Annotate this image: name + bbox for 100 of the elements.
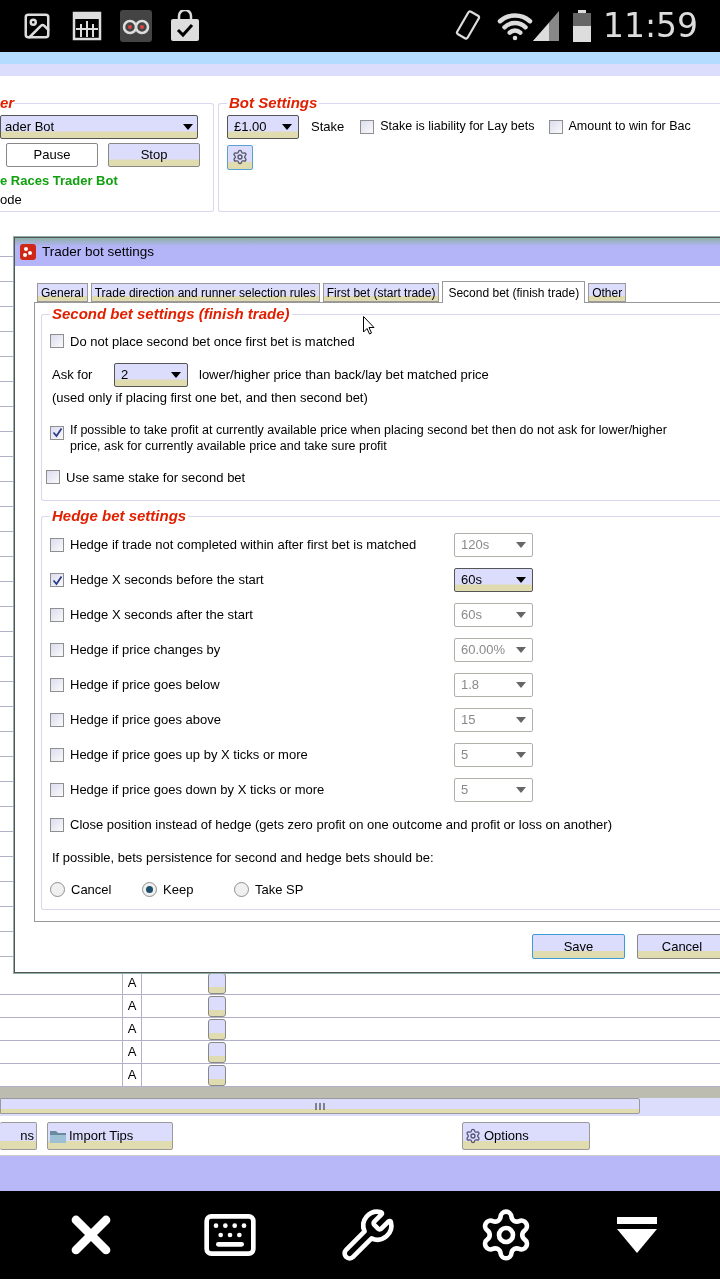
dropdown[interactable]: 60s bbox=[454, 603, 533, 627]
checkbox-label: Hedge X seconds before the start bbox=[70, 571, 264, 590]
ask-for-note: (used only if placing first one bet, and then second bet) bbox=[51, 389, 369, 407]
checkbox-label: Use same stake for second bet bbox=[66, 468, 246, 487]
screen-rotation-icon bbox=[454, 9, 483, 43]
action-button[interactable]: ns bbox=[0, 1121, 37, 1150]
caret-icon bbox=[282, 123, 292, 130]
persistence-label: If possible, bets persistence for second and hedge bets should be: bbox=[51, 848, 435, 867]
dialog-button[interactable]: Cancel bbox=[637, 934, 720, 959]
checkbox[interactable] bbox=[548, 119, 563, 134]
checkbox[interactable] bbox=[360, 119, 375, 134]
row-button[interactable] bbox=[208, 1042, 226, 1063]
dialog-button[interactable]: Save bbox=[532, 934, 625, 959]
group-title: Hedge bet settings bbox=[51, 506, 188, 526]
caret-icon bbox=[516, 787, 526, 793]
app-icon bbox=[20, 244, 36, 260]
toolbar-button[interactable]: Stop bbox=[108, 142, 200, 167]
tab[interactable]: Second bet (finish trade) bbox=[442, 281, 586, 303]
checkbox[interactable] bbox=[46, 470, 60, 485]
caret-icon bbox=[516, 717, 526, 723]
caret-icon bbox=[516, 612, 526, 618]
radio-label: Take SP bbox=[255, 880, 304, 899]
checkbox-label: Hedge X seconds after the start bbox=[70, 606, 253, 625]
caret-icon bbox=[516, 577, 526, 583]
checkbox[interactable] bbox=[50, 678, 64, 692]
tab[interactable]: Trade direction and runner selection rules bbox=[90, 283, 320, 302]
checkbox-label: Hedge if price goes above bbox=[70, 711, 222, 730]
radio-label: Keep bbox=[163, 880, 194, 899]
dropdown[interactable]: 5 bbox=[454, 778, 533, 802]
group-title: er bbox=[0, 93, 15, 113]
checkbox[interactable] bbox=[50, 713, 64, 727]
radio-button[interactable] bbox=[50, 882, 65, 897]
checkbox[interactable] bbox=[50, 538, 64, 552]
owl-app-icon bbox=[120, 10, 152, 42]
mode-label: ode bbox=[0, 191, 23, 209]
dropdown[interactable]: 120s bbox=[454, 533, 533, 557]
collapse-button[interactable] bbox=[615, 1215, 660, 1255]
dropdown[interactable]: 15 bbox=[454, 708, 533, 732]
checkbox[interactable] bbox=[50, 425, 64, 440]
checkbox[interactable] bbox=[50, 608, 64, 622]
radio-button[interactable] bbox=[234, 882, 249, 897]
row-button[interactable] bbox=[208, 996, 226, 1017]
radio-button[interactable] bbox=[142, 882, 157, 897]
dropdown[interactable]: 1.8 bbox=[454, 673, 533, 697]
calendar-icon bbox=[72, 11, 102, 41]
row-button[interactable] bbox=[208, 973, 226, 994]
caret-icon bbox=[516, 752, 526, 758]
checkbox[interactable] bbox=[50, 334, 64, 349]
battery-icon bbox=[572, 10, 591, 42]
group-title: Second bet settings (finish trade) bbox=[51, 304, 291, 324]
checkbox[interactable] bbox=[50, 748, 64, 762]
gear-icon bbox=[232, 149, 248, 165]
mouse-cursor-icon bbox=[363, 316, 375, 335]
dropdown[interactable]: 60s bbox=[454, 568, 533, 592]
settings-button[interactable] bbox=[227, 144, 253, 170]
radio-label: Cancel bbox=[71, 880, 112, 899]
table-cell: A bbox=[122, 995, 142, 1017]
bot-name: e Races Trader Bot bbox=[0, 171, 119, 190]
tab[interactable]: General bbox=[37, 283, 88, 302]
tab[interactable]: Other bbox=[588, 283, 627, 302]
table-cell: A bbox=[122, 1018, 142, 1040]
tab[interactable]: First bet (start trade) bbox=[322, 283, 440, 302]
dropdown[interactable]: 60.00% bbox=[454, 638, 533, 662]
dropdown[interactable]: 5 bbox=[454, 743, 533, 767]
caret-icon bbox=[171, 372, 181, 378]
caret-icon bbox=[516, 542, 526, 548]
caret-icon bbox=[183, 123, 193, 130]
bot-select[interactable]: ader Bot bbox=[0, 114, 198, 139]
dropdown[interactable]: £1.00 bbox=[227, 114, 299, 139]
bag-check-icon bbox=[170, 10, 200, 42]
dialog-title: Trader bot settings bbox=[42, 242, 155, 261]
gear-icon bbox=[465, 1127, 481, 1144]
checkbox-label: Hedge if trade not completed within after first bet is matched bbox=[70, 536, 417, 555]
checkbox[interactable] bbox=[50, 783, 64, 797]
row-button[interactable] bbox=[208, 1019, 226, 1040]
checkbox-label: If possible to take profit at currently available price when placing second bet then do not ask for lower/higher price, ask for currently available price and take sure profit bbox=[70, 421, 668, 454]
signal-icon bbox=[532, 11, 559, 41]
checkbox-label: Hedge if price changes by bbox=[70, 641, 221, 660]
row-button[interactable] bbox=[208, 1065, 226, 1086]
scrollbar-thumb[interactable] bbox=[0, 1098, 640, 1114]
checkbox-label: Hedge if price goes below bbox=[70, 676, 220, 695]
action-button[interactable]: Import Tips bbox=[47, 1121, 173, 1150]
ask-for-suffix: lower/higher price than back/lay bet matched price bbox=[199, 366, 489, 385]
checkbox[interactable] bbox=[50, 643, 64, 657]
caret-icon bbox=[516, 682, 526, 688]
image-icon bbox=[22, 11, 52, 41]
checkbox-label: Do not place second bet once first bet is matched bbox=[70, 332, 355, 351]
checkbox-label: Stake is liability for Lay bets bbox=[380, 118, 535, 136]
action-button[interactable]: Options bbox=[462, 1121, 590, 1150]
clock-time: 11:59 bbox=[602, 5, 698, 48]
checkbox-label: Hedge if price goes down by X ticks or more bbox=[70, 781, 325, 800]
wrench-button[interactable] bbox=[340, 1207, 396, 1263]
caret-icon bbox=[516, 647, 526, 653]
toolbar-button[interactable]: Pause bbox=[6, 142, 98, 167]
checkbox[interactable] bbox=[50, 818, 64, 832]
ask-for-label: Ask for bbox=[52, 366, 94, 385]
table-cell: A bbox=[122, 1064, 142, 1086]
checkbox-label: Amount to win for Bac bbox=[568, 118, 691, 136]
checkbox[interactable] bbox=[50, 573, 64, 587]
dropdown[interactable]: 2 bbox=[114, 363, 188, 387]
